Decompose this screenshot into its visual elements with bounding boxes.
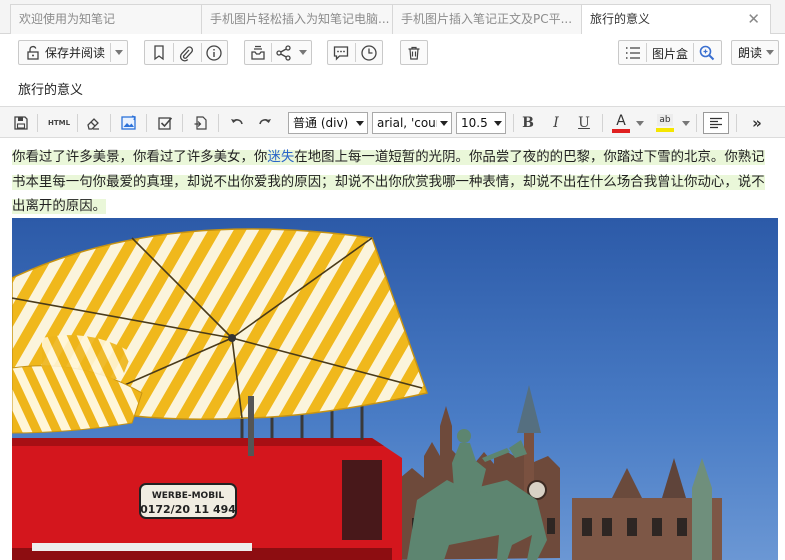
bold-button[interactable]: B [518,112,538,134]
chevron-down-icon[interactable] [299,50,307,55]
chevron-down-icon [494,120,502,126]
note-title[interactable]: 旅行的意义 [18,79,83,98]
tab-bar: 欢迎使用为知笔记 手机图片轻松插入为知笔记电脑... 手机图片插入笔记正文及PC… [0,0,785,35]
close-icon[interactable]: ✕ [747,5,760,33]
tab-phone-image-note-body[interactable]: 手机图片插入笔记正文及PC平... [392,4,582,34]
font-family-value: arial, 'cour [377,116,441,130]
comment-icon[interactable] [332,44,350,62]
tab-welcome[interactable]: 欢迎使用为知笔记 [10,4,202,34]
inbox-icon[interactable] [249,44,267,62]
font-size-select[interactable]: 10.5 [456,112,506,134]
body-paragraph[interactable]: 你看过了许多美景，你看过了许多美女，你迷失在地图上每一道短暂的光阴。你品尝了夜的… [12,146,778,220]
note-body[interactable]: 你看过了许多美景，你看过了许多美女，你迷失在地图上每一道短暂的光阴。你品尝了夜的… [12,146,778,220]
delete-button[interactable] [400,40,428,65]
underline-button[interactable]: U [574,112,594,134]
lock-open-icon [27,45,39,60]
font-color-button[interactable]: A [610,112,632,134]
insert-file-icon[interactable] [190,112,212,134]
bus-sign-line-2: 0172/20 11 494 [140,503,236,516]
tab-label: 旅行的意义 [590,12,651,26]
font-color-glyph: A [616,112,626,129]
zoom-icon[interactable] [698,44,716,62]
align-left-icon[interactable] [703,112,729,134]
chevron-down-icon [356,120,364,126]
info-icon[interactable] [205,44,223,62]
bus-sign-line-1: WERBE-MOBIL [152,491,225,501]
comment-history-group [327,40,383,65]
outline-list-icon[interactable] [624,44,642,62]
save-and-read-button[interactable]: 保存并阅读 [18,40,128,65]
insert-image-icon[interactable] [118,112,140,134]
italic-button[interactable]: I [546,112,566,134]
html-source-button[interactable]: HTML [46,112,72,134]
bookmark-icon[interactable] [150,44,168,62]
image-box-group: 图片盒 [618,40,722,65]
checkbox-icon[interactable] [154,112,176,134]
chevron-down-icon [440,120,448,126]
chevron-down-icon[interactable] [682,121,690,126]
save-and-read-label: 保存并阅读 [45,46,106,60]
font-color-swatch [612,128,630,133]
font-size-value: 10.5 [461,116,488,130]
paragraph-text: 你看过了许多美景，你看过了许多美女，你 [12,150,268,165]
highlight-button[interactable]: ab [654,112,676,134]
tab-label: 手机图片插入笔记正文及PC平... [401,12,573,26]
image-box-button[interactable]: 图片盒 [652,45,688,62]
block-format-value: 普通 (div) [293,116,349,130]
editor-toolbar: HTML 普通 (div) arial, 'cour 10.5 B I U A … [0,106,785,138]
clock-icon[interactable] [360,44,378,62]
tab-label: 欢迎使用为知笔记 [19,12,116,26]
tab-travel-meaning[interactable]: 旅行的意义 ✕ [581,4,771,35]
paragraph-link[interactable]: 迷失 [267,150,295,165]
highlight-glyph: ab [657,114,673,126]
redo-icon[interactable] [254,112,276,134]
more-tools-button[interactable]: » [746,112,768,134]
tab-label: 手机图片轻松插入为知笔记电脑... [210,12,390,26]
chevron-down-icon[interactable] [636,121,644,126]
font-family-select[interactable]: arial, 'cour [372,112,452,134]
photo-illustration: WERBE-MOBIL 0172/20 11 494 [12,218,778,560]
note-toolbar: 保存并阅读 图片盒 朗读 [0,34,785,72]
share-icon[interactable] [275,44,293,62]
share-group [244,40,312,65]
chevron-down-icon[interactable] [115,50,123,55]
chevron-down-icon[interactable] [766,50,774,55]
paperclip-icon[interactable] [177,44,195,62]
block-format-select[interactable]: 普通 (div) [288,112,368,134]
highlight-swatch [656,128,674,132]
travel-photo[interactable]: WERBE-MOBIL 0172/20 11 494 [12,218,778,560]
read-aloud-button[interactable]: 朗读 [731,40,779,65]
attach-group [144,40,228,65]
read-aloud-label: 朗读 [738,46,763,60]
trash-icon [408,46,420,60]
tab-phone-image-insert[interactable]: 手机图片轻松插入为知笔记电脑... [201,4,393,34]
undo-icon[interactable] [226,112,248,134]
save-icon[interactable] [10,112,32,134]
eraser-icon[interactable] [82,112,104,134]
